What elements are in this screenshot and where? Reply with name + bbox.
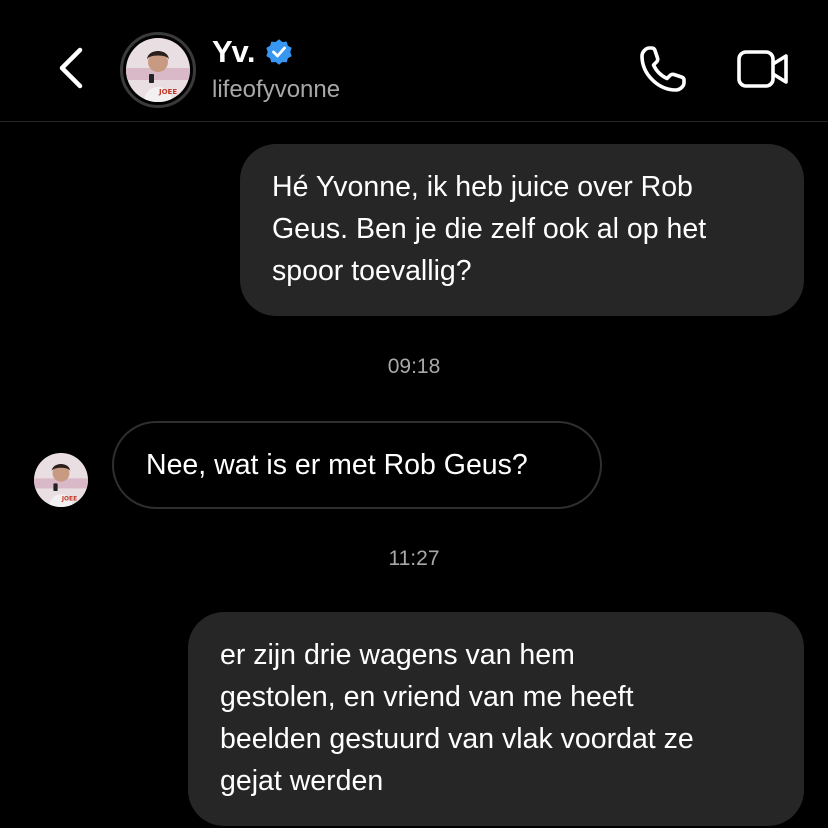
message-line: spoor toevallig? bbox=[272, 255, 472, 287]
back-button[interactable] bbox=[50, 44, 90, 92]
incoming-message-bubble[interactable]: Nee, wat is er met Rob Geus? bbox=[112, 421, 602, 509]
outgoing-message-bubble[interactable]: Hé Yvonne, ik heb juice over Rob Geus. B… bbox=[240, 144, 804, 316]
sender-avatar[interactable]: JOEE bbox=[34, 453, 88, 507]
contact-name-row[interactable]: Yv. bbox=[212, 34, 294, 70]
contact-name: Yv. bbox=[212, 34, 257, 69]
message-line: Hé Yvonne, ik heb juice over Rob bbox=[272, 171, 693, 203]
phone-icon bbox=[640, 46, 686, 92]
svg-text:JOEE: JOEE bbox=[158, 88, 177, 96]
message-line: gejat werden bbox=[220, 765, 384, 797]
contact-avatar[interactable]: JOEE bbox=[120, 32, 196, 108]
message-timestamp: 11:27 bbox=[388, 547, 440, 570]
video-call-button[interactable] bbox=[734, 42, 792, 96]
chat-header: JOEE Yv. lifeofyvonne bbox=[0, 0, 828, 122]
chevron-left-icon bbox=[59, 47, 83, 89]
svg-text:JOEE: JOEE bbox=[61, 496, 77, 502]
contact-handle[interactable]: lifeofyvonne bbox=[212, 76, 340, 104]
message-line: beelden gestuurd van vlak voordat ze bbox=[220, 723, 694, 755]
verified-badge-icon bbox=[266, 39, 292, 65]
message-line: Nee, wat is er met Rob Geus? bbox=[146, 449, 528, 481]
message-timestamp: 09:18 bbox=[387, 355, 441, 378]
message-line: gestolen, en vriend van me heeft bbox=[220, 681, 634, 713]
message-line: er zijn drie wagens van hem bbox=[220, 639, 575, 671]
audio-call-button[interactable] bbox=[636, 42, 690, 96]
message-line: Geus. Ben je die zelf ook al op het bbox=[272, 213, 707, 245]
avatar-photo: JOEE bbox=[126, 38, 190, 102]
outgoing-message-bubble[interactable]: er zijn drie wagens van hem gestolen, en… bbox=[188, 612, 804, 826]
avatar-photo: JOEE bbox=[34, 453, 88, 507]
video-camera-icon bbox=[737, 50, 788, 88]
